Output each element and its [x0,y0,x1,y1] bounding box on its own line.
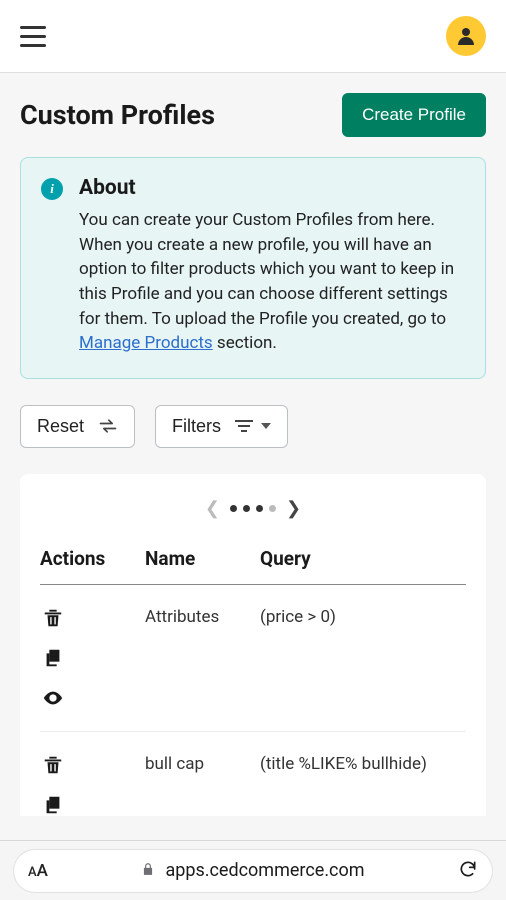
reset-button[interactable]: Reset [20,405,135,448]
about-title: About [79,176,465,200]
title-row: Custom Profiles Create Profile [20,93,486,137]
pager: ❮ ❯ [20,498,486,519]
copy-icon [42,794,64,816]
about-body: You can create your Custom Profiles from… [79,208,465,356]
col-actions: Actions [40,547,145,570]
reload-button[interactable] [458,859,478,883]
table-card: ❮ ❯ Actions Name Query [20,474,486,816]
filter-icon [235,420,253,432]
text-size-button[interactable]: AA [28,861,48,881]
avatar[interactable] [446,16,486,56]
main-content: Custom Profiles Create Profile i About Y… [0,73,506,840]
delete-button[interactable] [42,607,64,629]
lock-icon [141,861,155,880]
toolbar: Reset Filters [20,405,486,448]
eye-icon [42,687,64,709]
copy-button[interactable] [42,647,64,669]
manage-products-link[interactable]: Manage Products [79,333,213,353]
trash-icon [42,754,64,776]
pager-prev[interactable]: ❮ [205,498,220,519]
filters-label: Filters [172,416,221,437]
pager-dots [230,505,276,512]
about-body-post: section. [213,333,277,353]
cell-query: (price > 0) [260,607,466,627]
info-icon: i [41,178,63,200]
col-name: Name [145,547,260,570]
about-box: i About You can create your Custom Profi… [20,157,486,379]
top-bar [0,0,506,73]
filters-button[interactable]: Filters [155,405,288,448]
actions-cell [40,607,145,709]
view-button[interactable] [42,687,64,709]
cell-query: (title %LIKE% bullhide) [260,754,466,774]
menu-icon[interactable] [20,26,46,47]
filter-icons [235,420,271,432]
url-pill[interactable]: AA apps.cedcommerce.com [14,850,492,892]
copy-button[interactable] [42,794,64,816]
reset-label: Reset [37,416,84,437]
about-body-pre: You can create your Custom Profiles from… [79,210,454,329]
copy-icon [42,647,64,669]
cell-name: bull cap [145,754,260,774]
table: Actions Name Query Attributes [20,547,486,816]
about-text: About You can create your Custom Profile… [79,176,465,356]
table-row: Attributes (price > 0) [40,585,466,732]
user-icon [454,24,478,48]
table-row: bull cap (title %LIKE% bullhide) [40,732,466,816]
delete-button[interactable] [42,754,64,776]
chevron-down-icon [261,423,271,429]
pager-next[interactable]: ❯ [286,498,301,519]
col-query: Query [260,547,466,570]
cell-name: Attributes [145,607,260,627]
url-text: apps.cedcommerce.com [165,860,364,881]
table-header: Actions Name Query [40,547,466,585]
trash-icon [42,607,64,629]
swap-icon [98,416,118,436]
create-profile-button[interactable]: Create Profile [342,93,486,137]
page-title: Custom Profiles [20,99,215,131]
browser-bar: AA apps.cedcommerce.com [0,840,506,900]
actions-cell [40,754,145,816]
